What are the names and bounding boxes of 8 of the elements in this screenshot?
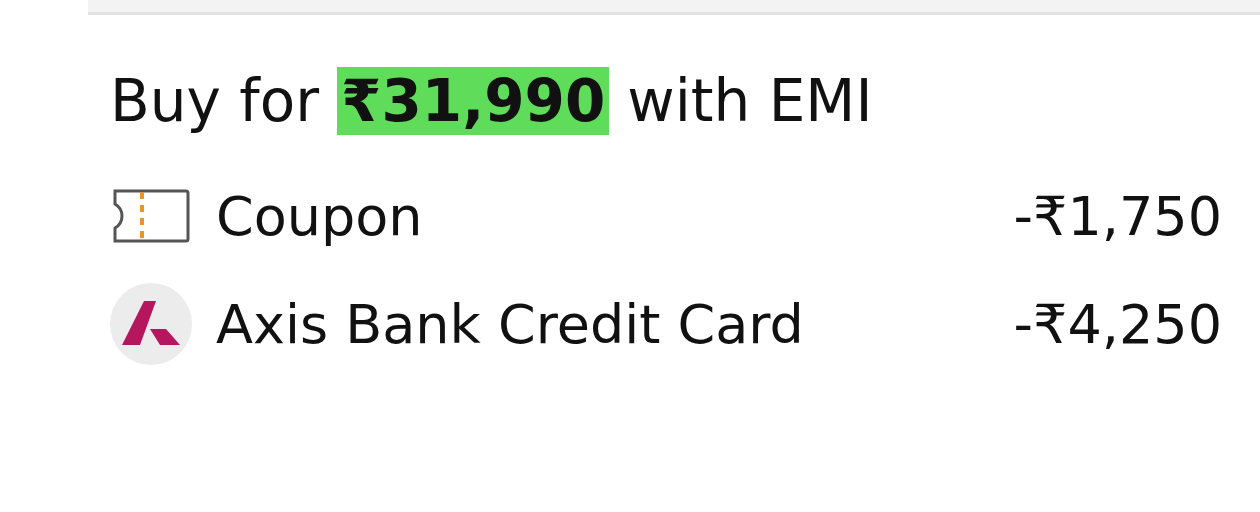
title-text: Buy for [110, 67, 320, 135]
discount-label: Axis Bank Credit Card [216, 292, 805, 356]
discount-amount: -₹4,250 [1013, 292, 1222, 356]
discount-amount: -₹1,750 [1013, 184, 1222, 248]
discount-label: Coupon [216, 184, 424, 248]
price-highlight: ₹31,990 [337, 67, 610, 135]
bank-logo-icon [110, 283, 192, 365]
title-text: with EMI [627, 67, 873, 135]
